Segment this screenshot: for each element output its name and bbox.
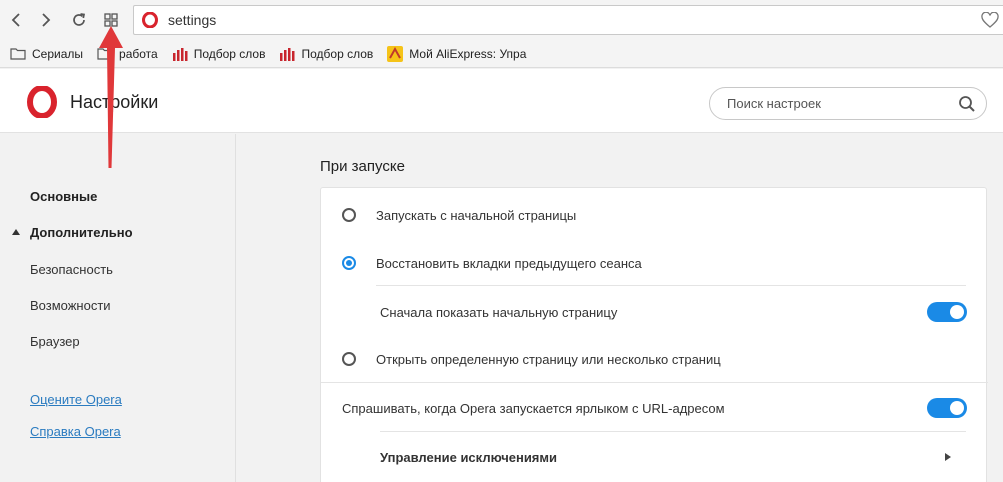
sidebar-item-advanced[interactable]: Дополнительно — [30, 225, 133, 240]
opera-help-link[interactable]: Справка Opera — [30, 424, 121, 439]
address-url[interactable]: settings — [168, 12, 216, 28]
browser-toolbar: settings — [0, 0, 1003, 40]
manage-exceptions-row[interactable]: Управление исключениями — [321, 447, 988, 467]
chevron-right-icon — [945, 453, 951, 461]
startup-option-specific[interactable]: Открыть определенную страницу или нескол… — [321, 349, 988, 369]
address-bar[interactable]: settings — [133, 5, 1003, 35]
search-input[interactable] — [727, 96, 947, 111]
ask-url-shortcut-row[interactable]: Спрашивать, когда Opera запускается ярлы… — [321, 397, 988, 419]
sidebar-item-basic[interactable]: Основные — [30, 189, 97, 204]
sidebar-item-browser[interactable]: Браузер — [30, 334, 80, 349]
settings-search[interactable] — [709, 87, 987, 120]
chevron-right-icon — [42, 13, 51, 27]
bookmark-label: Подбор слов — [301, 46, 374, 61]
section-title-startup: При запуске — [320, 158, 405, 175]
bookmark-label: Подбор слов — [193, 46, 266, 61]
folder-icon — [10, 48, 26, 60]
sidebar-item-security[interactable]: Безопасность — [30, 262, 113, 277]
radio-restore[interactable] — [342, 256, 356, 270]
search-icon[interactable] — [958, 95, 976, 113]
bookmark-label: Мой AliExpress: Упра — [409, 46, 527, 61]
collapse-triangle-icon[interactable] — [12, 229, 20, 235]
aliexpress-icon — [387, 45, 404, 62]
divider — [376, 285, 966, 286]
bar-chart-icon — [172, 47, 188, 61]
option-label: Запускать с начальной страницы — [376, 207, 577, 223]
radio-specific[interactable] — [342, 352, 356, 366]
startup-option-restore[interactable]: Восстановить вкладки предыдущего сеанса — [321, 253, 988, 273]
annotation-arrow — [99, 26, 123, 168]
startup-card: Запускать с начальной страницы Восстанов… — [320, 187, 988, 482]
show-start-page-toggle[interactable] — [927, 302, 967, 322]
forward-button[interactable] — [34, 7, 58, 33]
bookmark-word-select-1[interactable]: Подбор слов — [172, 46, 266, 61]
bookmark-label: Сериалы — [32, 46, 84, 61]
bookmark-word-select-2[interactable]: Подбор слов — [279, 47, 373, 61]
option-label: Восстановить вкладки предыдущего сеанса — [376, 255, 642, 271]
option-label: Сначала показать начальную страницу — [380, 304, 618, 320]
divider — [321, 382, 988, 383]
option-label: Управление исключениями — [380, 449, 558, 465]
option-label: Открыть определенную страницу или нескол… — [376, 351, 721, 367]
ask-url-shortcut-toggle[interactable] — [927, 398, 967, 418]
startup-option-home[interactable]: Запускать с начальной страницы — [321, 205, 988, 225]
opera-logo-icon — [142, 12, 158, 28]
sidebar-item-features[interactable]: Возможности — [30, 298, 111, 313]
chevron-left-icon — [11, 13, 20, 27]
heart-icon[interactable] — [981, 12, 999, 29]
radio-home[interactable] — [342, 208, 356, 222]
bookmarks-bar: Сериалы работа Подбор слов Подбор слов М… — [0, 40, 1003, 68]
opera-logo-icon — [27, 86, 57, 118]
bookmark-aliexpress[interactable]: Мой AliExpress: Упра — [387, 45, 527, 62]
reload-icon — [73, 13, 86, 26]
settings-header: Настройки — [0, 69, 1003, 133]
option-label: Спрашивать, когда Opera запускается ярлы… — [342, 400, 725, 416]
show-start-page-row[interactable]: Сначала показать начальную страницу — [321, 301, 988, 323]
rate-opera-link[interactable]: Оцените Opera — [30, 392, 122, 407]
bar-chart-icon — [280, 47, 295, 61]
back-button[interactable] — [4, 7, 28, 33]
bookmark-serials[interactable]: Сериалы — [10, 47, 83, 61]
reload-button[interactable] — [67, 7, 91, 33]
divider — [380, 431, 966, 432]
